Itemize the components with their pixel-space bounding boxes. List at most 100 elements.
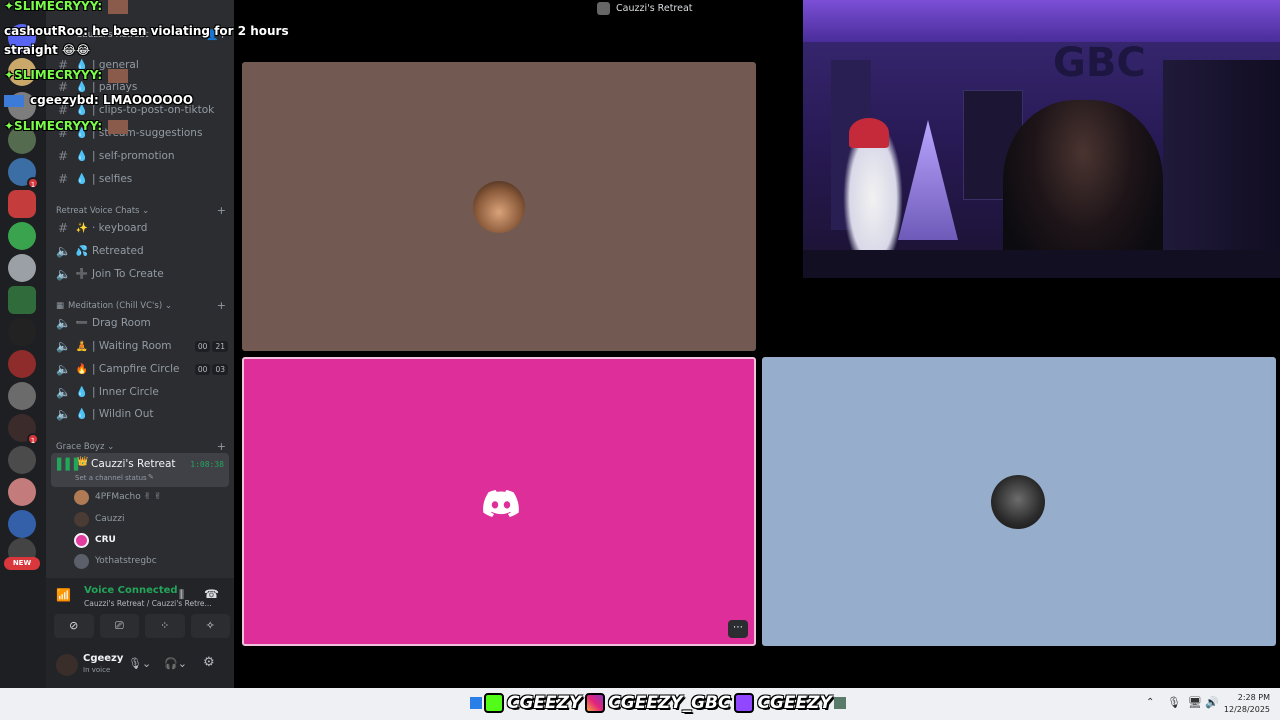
server-icon[interactable] <box>8 350 36 378</box>
christmas-tree <box>898 120 958 240</box>
speaker-icon: 🔈 <box>56 267 71 281</box>
twitch-icon <box>734 693 755 713</box>
crown-icon: 👑 <box>77 457 89 467</box>
add-channel-icon[interactable]: + <box>217 204 226 217</box>
kick-handle: CGEEZY <box>507 693 582 713</box>
channel-status[interactable]: Set a channel status <box>75 474 147 482</box>
snowman-hat <box>849 118 889 148</box>
active-voice-channel[interactable]: ▌▌▌ 👑 Cauzzi's Retreat 1:08:38 Set a cha… <box>51 453 229 487</box>
participant-avatar <box>473 181 525 233</box>
clock-date[interactable]: 12/28/2025 <box>1222 705 1270 714</box>
desk <box>803 250 1280 278</box>
screen: 1 1 NEW Cauzzi's Retreat 👤+ # 💧 | general … <box>0 0 1280 720</box>
voice-channel-retreated[interactable]: 🔈 💦 Retreated <box>56 240 232 262</box>
emote-icon <box>108 68 129 83</box>
soundboard-button[interactable]: ✧ <box>190 614 230 638</box>
social-bar: CGEEZY CGEEZY_GBC CGEEZY <box>470 692 846 714</box>
screen-share-button[interactable]: ⎚ <box>99 614 139 638</box>
user-name[interactable]: Cgeezy <box>83 653 123 664</box>
emote-icon <box>108 119 129 134</box>
noise-suppression-icon[interactable]: ⫼ <box>179 588 184 602</box>
wall-letters: GBC <box>1053 40 1146 86</box>
avatar <box>74 511 89 527</box>
voice-connected-sub[interactable]: Cauzzi's Retreat / Cauzzi's Retre... <box>84 599 212 608</box>
user-status: In voice <box>83 666 111 674</box>
window-title-bar: Cauzzi's Retreat <box>597 2 693 15</box>
voice-user[interactable]: CRU <box>74 530 116 550</box>
avatar[interactable] <box>56 654 78 676</box>
category-retreat-voice[interactable]: Retreat Voice Chats ⌄ + <box>56 204 226 217</box>
voice-user[interactable]: 4PFMacho ✌ ✌ <box>74 487 162 507</box>
avatar <box>74 532 89 548</box>
mic-arm <box>1163 60 1280 278</box>
server-icon[interactable]: 1 <box>8 158 39 189</box>
clock-time[interactable]: 2:28 PM <box>1228 693 1270 702</box>
participant-avatar <box>991 475 1045 529</box>
channel-keyboard[interactable]: # ✨ · keyboard <box>56 217 232 239</box>
windows-logo-icon[interactable] <box>470 697 482 709</box>
emote-icon <box>108 0 129 14</box>
server-icon[interactable]: 1 <box>8 414 39 445</box>
network-icon[interactable]: 🖥 <box>1188 696 1202 709</box>
chat-message: straight 😂😂 <box>4 43 91 57</box>
signal-icon[interactable]: 📶 <box>56 588 71 602</box>
disconnect-icon[interactable]: ☎ <box>204 587 219 601</box>
camera-off-button[interactable]: ⊘ <box>54 614 94 638</box>
channel-selfies[interactable]: # 💧 | selfies <box>56 168 232 190</box>
active-channel-label: Cauzzi's Retreat <box>91 458 176 470</box>
voice-user[interactable]: Cauzzi <box>74 509 124 529</box>
discord-logo-icon <box>483 490 519 517</box>
channel-self-promotion[interactable]: # 💧 | self-promotion <box>56 145 232 167</box>
avatar <box>74 489 89 505</box>
category-meditation[interactable]: ▦ Meditation (Chill VC's) ⌄ + <box>56 299 226 312</box>
settings-gear-icon[interactable]: ⚙ <box>203 655 215 670</box>
volume-icon[interactable]: 🔊 <box>1205 696 1219 709</box>
video-tile[interactable] <box>762 357 1276 646</box>
edit-icon[interactable]: ✎ <box>148 473 154 481</box>
voice-channel-waiting-room[interactable]: 🔈 🧘 | Waiting Room 00 21 <box>56 335 232 357</box>
window-title: Cauzzi's Retreat <box>616 3 693 14</box>
chat-message: cashoutRoo: he been violating for 2 hour… <box>4 24 289 38</box>
server-icon[interactable] <box>8 222 36 250</box>
category-grace-boyz[interactable]: Grace Boyz ⌄ + <box>56 440 226 453</box>
instagram-icon <box>585 693 606 713</box>
kick-icon <box>484 693 504 713</box>
voice-channel-inner-circle[interactable]: 🔈 💧 | Inner Circle <box>56 381 232 403</box>
server-icon[interactable] <box>8 510 36 538</box>
headphones-icon[interactable]: 🎧⌄ <box>164 657 187 670</box>
avatar <box>74 553 89 569</box>
video-tile-speaking[interactable]: ⋯ <box>242 357 756 646</box>
add-channel-icon[interactable]: + <box>217 299 226 312</box>
video-tile[interactable] <box>242 62 756 351</box>
voice-action-buttons: ⊘ ⎚ ⁘ ✧ <box>54 614 230 638</box>
channel-timer: 1:08:38 <box>190 460 224 469</box>
server-icon[interactable] <box>8 254 36 282</box>
server-icon[interactable] <box>8 382 36 410</box>
new-badge[interactable]: NEW <box>4 557 40 570</box>
webcam-overlay: GBC <box>803 0 1280 278</box>
server-icon[interactable] <box>8 446 36 474</box>
server-icon[interactable] <box>8 318 36 346</box>
server-icon[interactable] <box>8 478 36 506</box>
user-panel: Cgeezy In voice 🎙⌄ 🎧⌄ ⚙ <box>46 644 234 688</box>
app-icon[interactable] <box>833 697 846 709</box>
channel-icon <box>597 2 610 15</box>
speaker-icon: 🔈 <box>56 244 71 258</box>
voice-channel-join-to-create[interactable]: 🔈 ➕ Join To Create <box>56 263 232 285</box>
microphone-icon[interactable]: 🎙 <box>1167 696 1181 709</box>
voice-channel-drag-room[interactable]: 🔈 ➖ Drag Room <box>56 312 232 334</box>
more-options-button[interactable]: ⋯ <box>728 620 748 638</box>
add-channel-icon[interactable]: + <box>217 440 226 453</box>
instagram-handle: CGEEZY_GBC <box>608 693 731 713</box>
voice-user[interactable]: Yothatstregbc <box>74 551 157 571</box>
badge-icon <box>4 94 24 107</box>
microphone-icon[interactable]: 🎙⌄ <box>128 657 151 670</box>
chevron-up-icon[interactable]: ⌃ <box>1146 697 1154 708</box>
voice-channel-campfire-circle[interactable]: 🔈 🔥 | Campfire Circle 00 03 <box>56 358 232 380</box>
twitch-handle: CGEEZY <box>757 693 832 713</box>
chat-message: cgeezybd: LMAOOOOOO <box>4 93 193 107</box>
server-icon[interactable] <box>8 286 36 314</box>
activities-button[interactable]: ⁘ <box>145 614 185 638</box>
voice-channel-wildin-out[interactable]: 🔈 💧 | Wildin Out <box>56 403 232 425</box>
server-icon[interactable] <box>8 190 36 218</box>
